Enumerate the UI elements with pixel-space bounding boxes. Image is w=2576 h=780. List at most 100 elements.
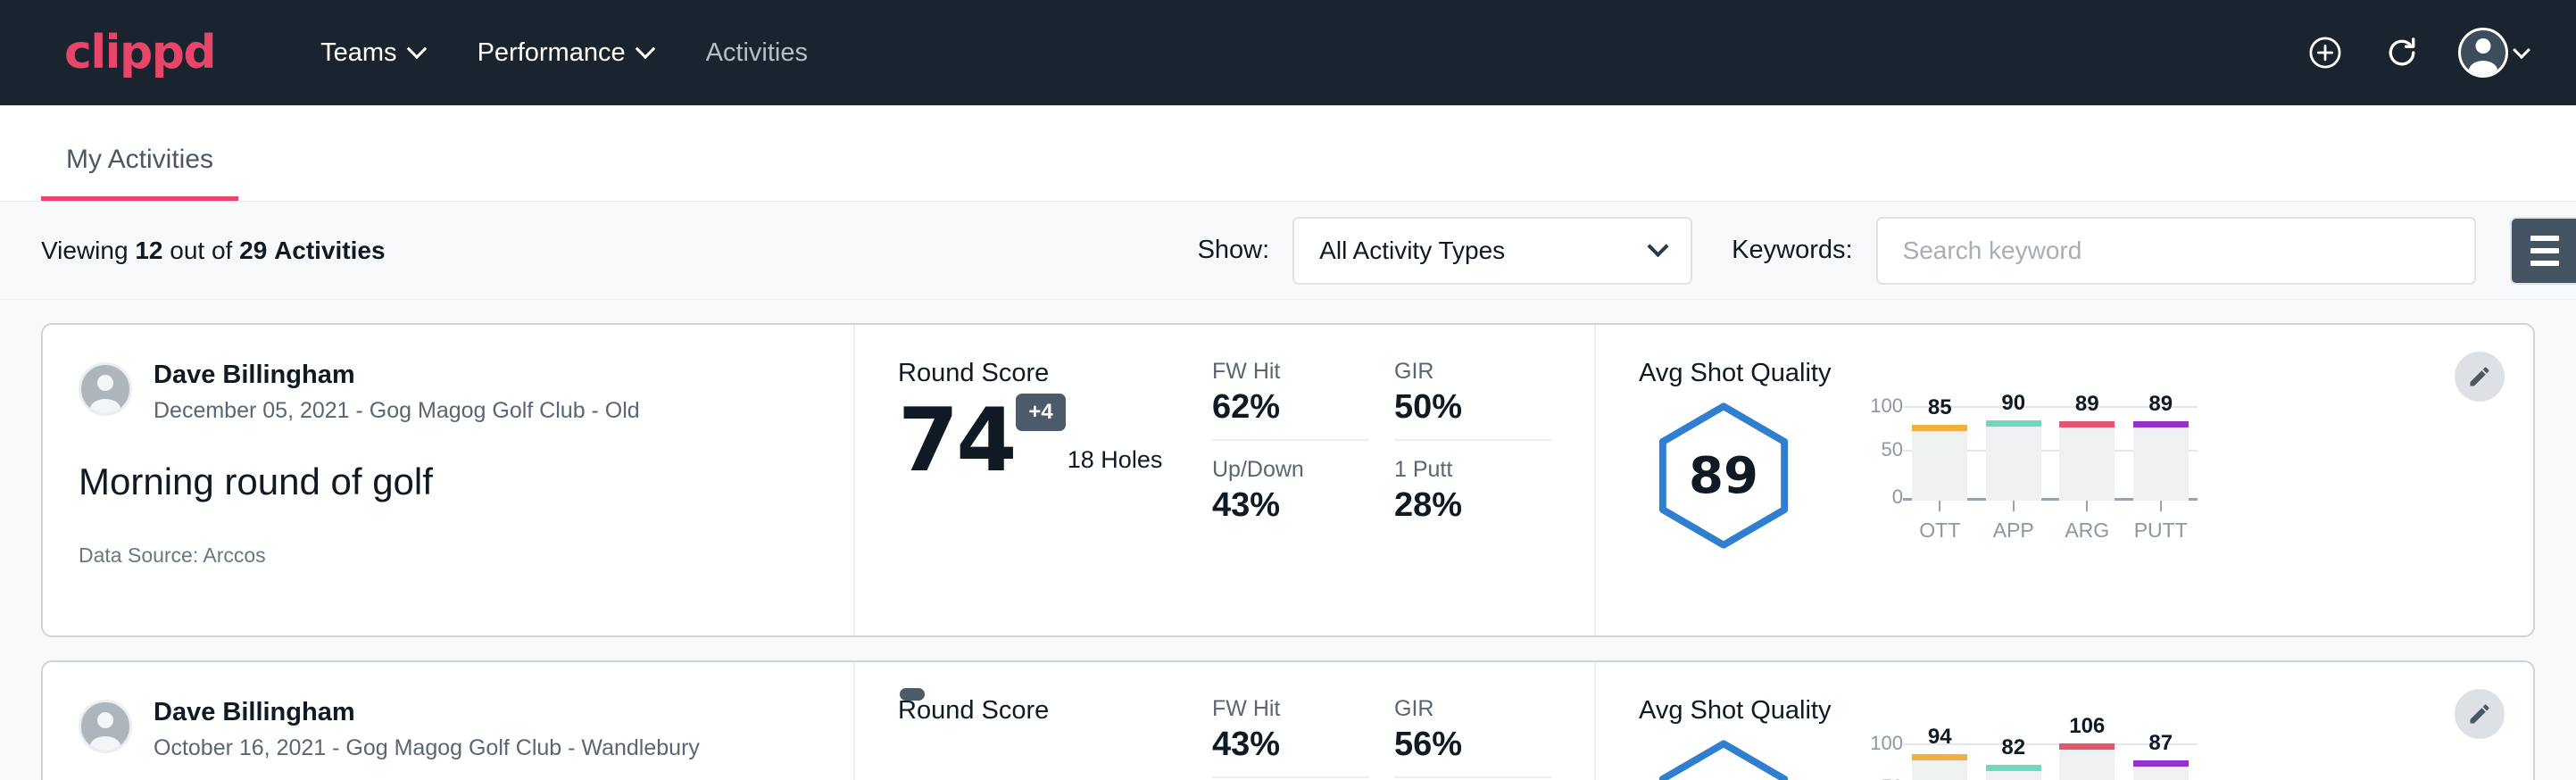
bar-body [2133, 421, 2189, 501]
search-input[interactable] [1876, 217, 2476, 285]
tick-label: ARG [2065, 519, 2109, 543]
chart-bars: 94 82 [1903, 734, 2198, 780]
stat-fw-hit: FW Hit 62% [1212, 359, 1369, 441]
activity-info: Dave Billingham December 05, 2021 - Gog … [43, 325, 855, 635]
round-score-label: Round Score [898, 359, 1212, 388]
activity-meta: December 05, 2021 - Gog Magog Golf Club … [154, 396, 640, 426]
chart-bars: 85 90 [1903, 397, 2198, 501]
activity-list: Dave Billingham December 05, 2021 - Gog … [0, 300, 2576, 780]
show-label: Show: [1198, 236, 1270, 265]
activity-card[interactable]: Dave Billingham December 05, 2021 - Gog … [41, 323, 2535, 637]
bar-value: 106 [2069, 714, 2105, 739]
refresh-icon[interactable] [2381, 32, 2422, 73]
chevron-down-icon [2513, 41, 2530, 59]
bar-body [1986, 765, 2041, 780]
score-delta-badge: +4 [1016, 394, 1065, 431]
round-score-section: Round Score [855, 662, 1212, 780]
nav-item-activities[interactable]: Activities [679, 38, 835, 68]
bar-cap [2133, 760, 2189, 767]
round-score-row [898, 738, 1212, 751]
avg-shot-quality-section: Avg Shot Quality 100 50 [1596, 662, 2533, 780]
keywords-label: Keywords: [1732, 236, 1852, 265]
activity-card[interactable]: Dave Billingham October 16, 2021 - Gog M… [41, 660, 2535, 780]
bar-arg: 89 [2059, 397, 2115, 501]
stat-value: 43% [1212, 486, 1369, 537]
bar-value: 94 [1928, 725, 1952, 750]
stat-value: 62% [1212, 388, 1369, 439]
tick-putt: PUTT [2133, 501, 2189, 543]
tab-my-activities[interactable]: My Activities [41, 145, 238, 201]
hexagon-icon [1652, 738, 1795, 780]
nav-item-performance[interactable]: Performance [451, 38, 679, 68]
chart-x-ticks: OTT APP ARG PUTT [1903, 501, 2198, 543]
pencil-icon [2467, 364, 2492, 389]
bar-ott: 94 [1912, 734, 1967, 780]
stat-up-down: Up/Down 43% [1212, 457, 1369, 537]
stat-label: GIR [1394, 696, 1551, 722]
activity-stats: FW Hit 62% GIR 50% Up/Down 43% 1 Putt 28… [1212, 325, 1596, 635]
bar-arg: 106 [2059, 734, 2115, 780]
avg-shot-quality-label: Avg Shot Quality [1639, 359, 2533, 388]
chart-plot-area: 94 82 [1903, 734, 2198, 780]
stat-value: 56% [1394, 726, 1551, 776]
activity-type-value: All Activity Types [1319, 236, 1505, 265]
bar-body [2133, 760, 2189, 780]
bar-value: 85 [1928, 395, 1952, 420]
nav-item-teams-label: Teams [320, 38, 396, 68]
shot-quality-chart: 100 50 0 94 [1851, 734, 2198, 780]
brand-logo[interactable]: clippd [64, 26, 215, 79]
quality-score-value: 89 [1689, 447, 1758, 505]
stat-label: GIR [1394, 359, 1551, 385]
nav-item-teams[interactable]: Teams [294, 38, 450, 68]
user-name: Dave Billingham [154, 696, 700, 728]
add-circle-icon[interactable] [2305, 32, 2346, 73]
account-avatar-icon [2458, 28, 2508, 78]
y-tick-100: 100 [1870, 394, 1903, 418]
viewing-count-text: Viewing 12 out of 29 Activities [41, 236, 386, 265]
account-menu[interactable] [2458, 32, 2528, 73]
viewing-middle: out of [170, 236, 232, 264]
bar-putt: 89 [2133, 397, 2189, 501]
tick-label: APP [1993, 519, 2034, 543]
chevron-down-icon [635, 38, 655, 59]
bar-cap [1986, 420, 2041, 427]
activity-user: Dave Billingham December 05, 2021 - Gog … [79, 359, 818, 426]
viewing-total: 29 [239, 236, 267, 264]
main-nav: Teams Performance Activities [294, 38, 835, 68]
stat-gir: GIR 50% [1394, 359, 1551, 441]
activity-stats: FW Hit 43% GIR 56% [1212, 662, 1596, 780]
round-score-label: Round Score [898, 696, 1212, 726]
tick-mark [2013, 501, 2015, 511]
user-name: Dave Billingham [154, 359, 640, 391]
nav-item-performance-label: Performance [478, 38, 626, 68]
bar-cap [1912, 425, 1967, 431]
edit-activity-button[interactable] [2455, 352, 2505, 402]
round-score-row: 74 +4 18 Holes [898, 401, 1212, 481]
app-header: clippd Teams Performance Activities [0, 0, 2576, 105]
edit-activity-button[interactable] [2455, 689, 2505, 739]
filter-controls: Show: All Activity Types Keywords: [1198, 217, 2576, 285]
filter-bar: Viewing 12 out of 29 Activities Show: Al… [0, 202, 2576, 300]
bar-cap [2133, 421, 2189, 427]
y-tick-50: 50 [1882, 438, 1903, 461]
y-tick-100: 100 [1870, 732, 1903, 755]
round-score-section: Round Score 74 +4 18 Holes [855, 325, 1212, 635]
score-delta-badge [900, 688, 925, 701]
view-mode-list-button[interactable] [2512, 219, 2576, 283]
tick-arg: ARG [2059, 501, 2115, 543]
stat-label: FW Hit [1212, 359, 1369, 385]
y-tick-0: 0 [1892, 485, 1903, 509]
stat-label: Up/Down [1212, 457, 1369, 483]
chevron-down-icon [406, 38, 427, 59]
tick-app: APP [1986, 501, 2041, 543]
activity-type-select[interactable]: All Activity Types [1292, 217, 1692, 285]
view-mode-toggle [2510, 217, 2576, 285]
stat-gir: GIR 56% [1394, 696, 1551, 778]
tick-mark [1939, 501, 1940, 511]
quality-hexagon [1639, 738, 1808, 780]
stat-value: 28% [1394, 486, 1551, 537]
chart-plot-area: 85 90 [1903, 397, 2198, 501]
tick-label: PUTT [2134, 519, 2188, 543]
header-actions [2305, 32, 2528, 73]
bar-cap [1912, 754, 1967, 760]
